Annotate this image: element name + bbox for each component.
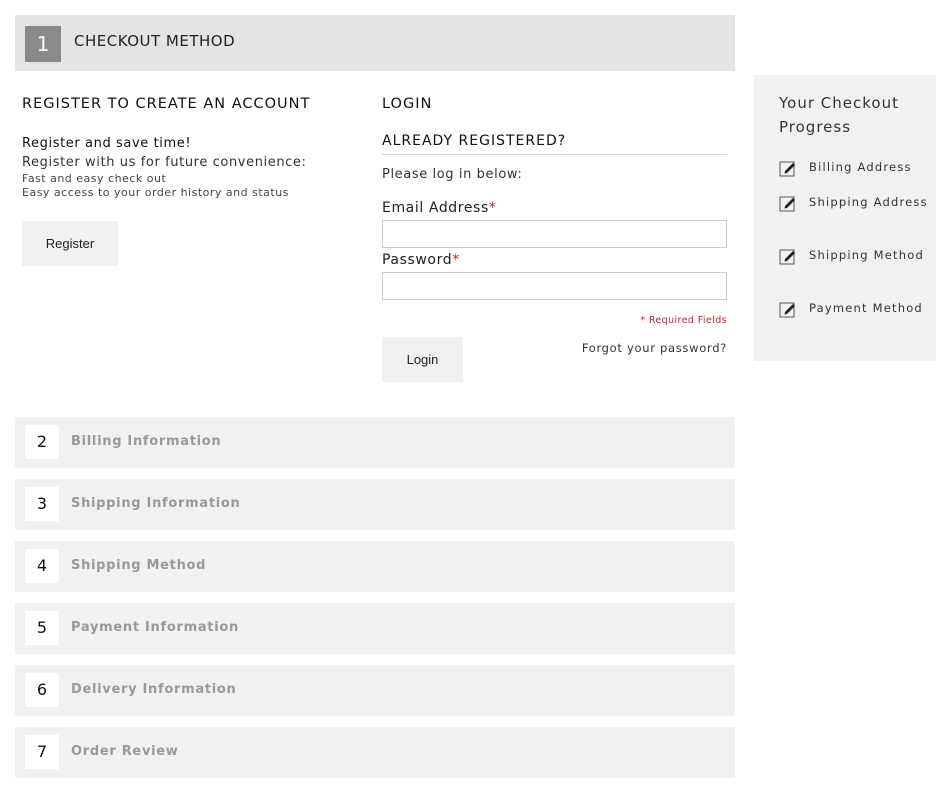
step-label: Payment Information [71,620,239,635]
step-number-badge: 5 [25,611,59,645]
step-shipping-information[interactable]: 3 Shipping Information [15,479,735,530]
step-label: Shipping Method [71,558,207,573]
step-delivery-information[interactable]: 6 Delivery Information [15,665,735,716]
register-heading: REGISTER TO CREATE AN ACCOUNT [22,96,311,112]
login-button[interactable]: Login [382,337,463,382]
progress-item-label: Payment Method [809,301,923,315]
login-heading: LOGIN [382,96,433,112]
edit-icon[interactable] [779,247,797,265]
step-number-badge: 6 [25,673,59,707]
edit-icon[interactable] [779,300,797,318]
register-tagline: Register and save time! [22,136,192,151]
step-order-review[interactable]: 7 Order Review [15,727,735,778]
step-number-badge: 7 [25,735,59,769]
email-label: Email Address* [382,200,496,216]
password-label: Password* [382,252,460,268]
login-intro: Please log in below: [382,167,523,182]
progress-item-label: Shipping Method [809,248,924,262]
required-marker: * [452,252,460,268]
login-section: LOGIN ALREADY REGISTERED? Please log in … [382,96,727,382]
step-label: Shipping Information [71,496,241,511]
step-billing-information[interactable]: 2 Billing Information [15,417,735,468]
progress-title: Your Checkout Progress [779,94,899,136]
register-section: REGISTER TO CREATE AN ACCOUNT Register a… [22,96,352,266]
progress-item-label: Billing Address [809,160,912,174]
register-benefit: Easy access to your order history and st… [22,186,289,199]
register-button[interactable]: Register [22,221,118,266]
required-marker: * [488,200,497,216]
step-number-badge: 3 [25,487,59,521]
step-shipping-method[interactable]: 4 Shipping Method [15,541,735,592]
progress-item-label: Shipping Address [809,195,928,209]
email-label-text: Email Address [382,200,489,216]
step-label: Billing Information [71,434,222,449]
password-field[interactable] [382,272,727,300]
step-number-badge: 1 [25,26,61,62]
already-registered-heading: ALREADY REGISTERED? [382,133,727,155]
step-1-header[interactable]: 1 CHECKOUT METHOD [15,15,735,71]
checkout-progress-panel: Your Checkout Progress Billing Address S… [754,75,936,361]
edit-icon[interactable] [779,159,797,177]
register-benefit: Fast and easy check out [22,172,167,185]
step-number-badge: 4 [25,549,59,583]
required-fields-note: * Required Fields [640,315,727,326]
password-label-text: Password [382,252,453,268]
register-subtext: Register with us for future convenience: [22,155,307,170]
edit-icon[interactable] [779,194,797,212]
step-label: Delivery Information [71,682,237,697]
email-field[interactable] [382,220,727,248]
step-payment-information[interactable]: 5 Payment Information [15,603,735,654]
forgot-password-link[interactable]: Forgot your password? [582,341,727,355]
step-label: Order Review [71,744,179,759]
step-title: CHECKOUT METHOD [74,32,236,50]
step-number-badge: 2 [25,425,59,459]
